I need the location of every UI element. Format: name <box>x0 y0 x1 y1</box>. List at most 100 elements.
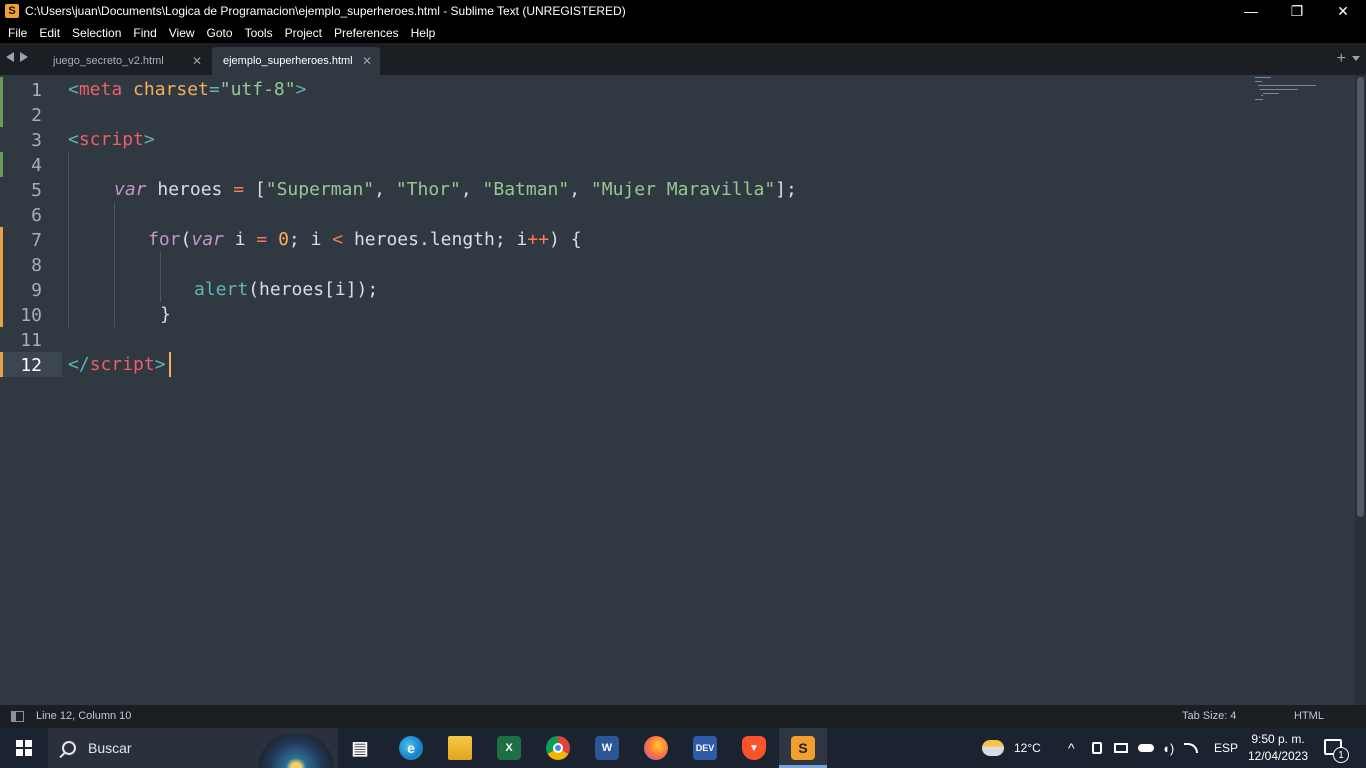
onedrive-cloud-icon[interactable] <box>1138 744 1154 752</box>
tab-next-icon[interactable] <box>20 52 28 62</box>
menu-tools[interactable]: Tools <box>239 26 279 40</box>
search-placeholder: Buscar <box>88 740 132 756</box>
code-editor[interactable]: 1 2 3 4 5 6 7 8 9 10 11 12 <meta charset… <box>0 75 1355 705</box>
token: < <box>332 229 344 250</box>
word-icon[interactable]: W <box>595 736 619 760</box>
minimap-line <box>1258 85 1316 86</box>
token: ; i <box>288 229 333 250</box>
wifi-icon[interactable] <box>1184 743 1199 753</box>
line-number: 2 <box>31 105 42 126</box>
code-line-5: var heroes = ["Superman", "Thor", "Batma… <box>114 177 797 202</box>
clock-date: 12/04/2023 <box>1247 749 1309 763</box>
minimize-button[interactable]: — <box>1228 0 1274 22</box>
device-icon[interactable] <box>1092 742 1102 754</box>
minimap[interactable] <box>1255 76 1325 106</box>
tab-size-indicator[interactable]: Tab Size: 4 <box>1182 710 1236 722</box>
token: "Thor" <box>395 179 461 200</box>
line-number: 3 <box>31 130 42 151</box>
menu-view[interactable]: View <box>163 26 201 40</box>
current-line-number: 12 <box>20 355 42 376</box>
maximize-button[interactable]: ❐ <box>1274 0 1320 22</box>
token: > <box>154 354 166 375</box>
minimap-line <box>1255 81 1262 82</box>
window-title: C:\Users\juan\Documents\Logica de Progra… <box>25 4 626 18</box>
search-icon <box>62 741 76 755</box>
code-line-3: <script> <box>68 127 155 152</box>
notification-count-badge: 1 <box>1333 747 1349 763</box>
menu-goto[interactable]: Goto <box>201 26 239 40</box>
vertical-scrollbar[interactable] <box>1355 75 1366 705</box>
token: [ <box>244 179 266 200</box>
menu-project[interactable]: Project <box>279 26 328 40</box>
token: , <box>460 179 483 200</box>
close-button[interactable]: ✕ <box>1320 0 1366 22</box>
excel-icon[interactable]: X <box>497 736 521 760</box>
token: heroes.length; i <box>343 229 528 250</box>
menu-bar: File Edit Selection Find View Goto Tools… <box>0 22 1366 43</box>
menu-file[interactable]: File <box>2 26 33 40</box>
line-number: 5 <box>31 180 42 201</box>
text-cursor <box>169 352 171 377</box>
token: script <box>78 129 144 150</box>
token: , <box>374 179 396 200</box>
task-view-icon[interactable]: ▤ <box>348 736 372 760</box>
start-button[interactable] <box>0 728 48 768</box>
tab-nav <box>6 52 28 62</box>
menu-edit[interactable]: Edit <box>33 26 66 40</box>
menu-preferences[interactable]: Preferences <box>328 26 405 40</box>
code-line-7: for(var i = 0; i < heroes.length; i++) { <box>148 227 582 252</box>
line-number: 1 <box>31 80 42 101</box>
token: ]; <box>775 179 797 200</box>
token: heroes <box>146 179 234 200</box>
new-tab-icon[interactable]: + <box>1337 50 1346 68</box>
minimap-line <box>1255 99 1263 100</box>
token: ++ <box>527 229 550 250</box>
token: < <box>68 129 79 150</box>
menu-help[interactable]: Help <box>405 26 442 40</box>
token: "Batman" <box>482 179 570 200</box>
tab-dropdown-icon[interactable] <box>1352 56 1360 61</box>
tab-close-icon[interactable]: ✕ <box>192 54 202 68</box>
tray-overflow-icon[interactable]: ^ <box>1068 728 1075 768</box>
clock[interactable]: 9:50 p. m. 12/04/2023 <box>1244 731 1312 765</box>
tab-bar: juego_secreto_v2.html ✕ ejemplo_superher… <box>0 43 1366 75</box>
tray-icons: ◖) <box>1092 728 1199 768</box>
file-explorer-icon[interactable] <box>448 736 472 760</box>
token: = <box>256 229 268 250</box>
edge-icon[interactable]: e <box>399 736 423 760</box>
tab-juego-secreto[interactable]: juego_secreto_v2.html ✕ <box>42 47 212 75</box>
tab-prev-icon[interactable] <box>6 52 14 62</box>
scrollbar-thumb[interactable] <box>1357 77 1364 517</box>
token: for <box>148 229 181 250</box>
volume-icon[interactable]: ◖) <box>1162 741 1174 756</box>
token: = <box>208 79 220 100</box>
firefox-icon[interactable] <box>644 736 668 760</box>
language-indicator[interactable]: ESP <box>1214 728 1238 768</box>
line-number: 10 <box>20 305 42 326</box>
tab-ejemplo-superheroes[interactable]: ejemplo_superheroes.html ✕ <box>212 47 380 75</box>
token: var <box>191 229 224 250</box>
line-number: 4 <box>31 155 42 176</box>
weather-widget[interactable]: 12°C <box>982 728 1041 768</box>
token: < <box>68 79 79 100</box>
token: > <box>143 129 155 150</box>
minimap-line <box>1260 89 1298 90</box>
battery-icon[interactable] <box>1114 743 1128 753</box>
tab-close-icon[interactable]: ✕ <box>362 54 372 68</box>
code-line-10: } <box>160 302 171 327</box>
minimap-line <box>1261 95 1263 96</box>
line-number: 8 <box>31 255 42 276</box>
token: = <box>233 179 245 200</box>
menu-selection[interactable]: Selection <box>66 26 127 40</box>
syntax-indicator[interactable]: HTML <box>1294 710 1324 722</box>
dev-icon[interactable]: DEV <box>693 736 717 760</box>
window-controls: — ❐ ✕ <box>1228 0 1366 22</box>
sublime-icon[interactable]: S <box>791 736 815 760</box>
taskbar-search[interactable]: Buscar <box>48 728 338 768</box>
menu-find[interactable]: Find <box>127 26 162 40</box>
token: ) { <box>549 229 582 250</box>
panel-toggle-icon[interactable] <box>11 711 24 722</box>
brave-icon[interactable]: ▼ <box>742 736 766 760</box>
chrome-icon[interactable] <box>546 736 570 760</box>
line-number: 9 <box>31 280 42 301</box>
